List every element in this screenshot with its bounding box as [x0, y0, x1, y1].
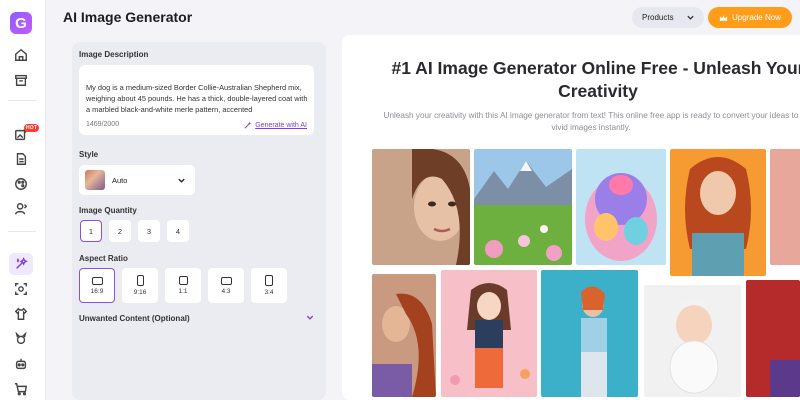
page-title: AI Image Generator — [63, 9, 193, 25]
sidebar: G HOT — [0, 0, 46, 400]
quantity-option-4[interactable]: 4 — [167, 220, 189, 242]
aspect-option-label: 4:3 — [221, 287, 231, 295]
chevron-down-icon — [687, 15, 694, 20]
sample-image-couple — [372, 274, 436, 397]
generate-with-ai-link[interactable]: Generate with AI — [244, 121, 307, 129]
generate-with-ai-label: Generate with AI — [255, 121, 307, 129]
logo-letter: G — [15, 14, 27, 32]
upgrade-button[interactable]: Upgrade Now — [708, 7, 792, 28]
palette-icon[interactable] — [9, 173, 33, 195]
home-icon[interactable] — [9, 44, 33, 66]
sample-image-portrait-woman — [372, 149, 470, 265]
aspect-option-label: 16:9 — [90, 287, 104, 295]
cart-icon[interactable] — [9, 378, 33, 400]
style-thumbnail — [85, 170, 105, 190]
sidebar-divider — [8, 231, 36, 232]
sample-image-colorful-building — [576, 149, 666, 265]
document-icon[interactable] — [9, 148, 33, 170]
description-text[interactable]: My dog is a medium-sized Border Collie-A… — [86, 82, 308, 115]
aspect-option-4-3[interactable]: 4:3 — [208, 268, 244, 303]
description-label: Image Description — [79, 50, 149, 59]
face-scan-icon[interactable] — [9, 278, 33, 300]
hero-title: #1 AI Image Generator Online Free - Unle… — [391, 58, 800, 101]
landscape-ratio-icon — [220, 276, 232, 285]
sample-image-partial — [746, 280, 800, 397]
ai-generator-icon[interactable] — [9, 253, 33, 275]
app-logo[interactable]: G — [10, 12, 32, 34]
aspect-ratio-label: Aspect Ratio — [79, 254, 128, 263]
products-dropdown[interactable]: Products — [632, 7, 704, 28]
style-value: Auto — [112, 175, 128, 185]
pet-icon[interactable] — [9, 328, 33, 350]
magic-wand-icon — [244, 121, 252, 129]
aspect-option-label: 3:4 — [264, 289, 274, 296]
sidebar-divider — [8, 100, 36, 101]
aspect-option-16-9[interactable]: 16:9 — [79, 268, 115, 303]
landscape-ratio-icon — [91, 276, 103, 285]
shirt-icon[interactable] — [9, 303, 33, 325]
quantity-option-3[interactable]: 3 — [138, 220, 160, 242]
upgrade-label: Upgrade Now — [732, 13, 781, 22]
portrait-ratio-icon — [265, 275, 273, 286]
chevron-down-icon[interactable] — [305, 313, 315, 322]
quantity-label: Image Quantity — [79, 206, 137, 215]
sample-image-flower-field — [474, 149, 572, 265]
aspect-option-label: 9:16 — [133, 289, 147, 296]
hero-subtitle: Unleash your creativity with this AI ima… — [383, 111, 799, 132]
aspect-option-1-1[interactable]: 1:1 — [165, 268, 201, 303]
style-label: Style — [79, 150, 99, 159]
products-label: Products — [642, 13, 674, 22]
square-ratio-icon — [178, 276, 188, 285]
style-select[interactable]: Auto — [79, 165, 195, 195]
sample-image-baby — [644, 285, 741, 397]
crown-icon — [719, 14, 728, 21]
quantity-option-2[interactable]: 2 — [109, 220, 131, 242]
unwanted-content-toggle[interactable]: Unwanted Content (Optional) — [79, 314, 190, 323]
char-count: 1469/2000 — [86, 121, 120, 128]
aspect-option-3-4[interactable]: 3:4 — [251, 268, 287, 303]
hot-badge: HOT — [24, 124, 40, 132]
robot-icon[interactable] — [9, 353, 33, 375]
archive-icon[interactable] — [9, 69, 33, 91]
user-swap-icon[interactable] — [9, 198, 33, 220]
sample-image-anime-girl — [441, 270, 537, 397]
sample-image-redhead-woman — [670, 149, 766, 276]
sample-image-partial — [770, 149, 800, 265]
sample-image-woman-blue — [541, 270, 638, 397]
aspect-option-9-16[interactable]: 9:16 — [122, 268, 158, 303]
chevron-down-icon — [178, 178, 185, 183]
aspect-option-label: 1:1 — [178, 288, 188, 295]
portrait-ratio-icon — [136, 275, 144, 286]
description-textarea[interactable]: My dog is a medium-sized Border Collie-A… — [79, 65, 314, 135]
quantity-option-1[interactable]: 1 — [80, 220, 102, 242]
